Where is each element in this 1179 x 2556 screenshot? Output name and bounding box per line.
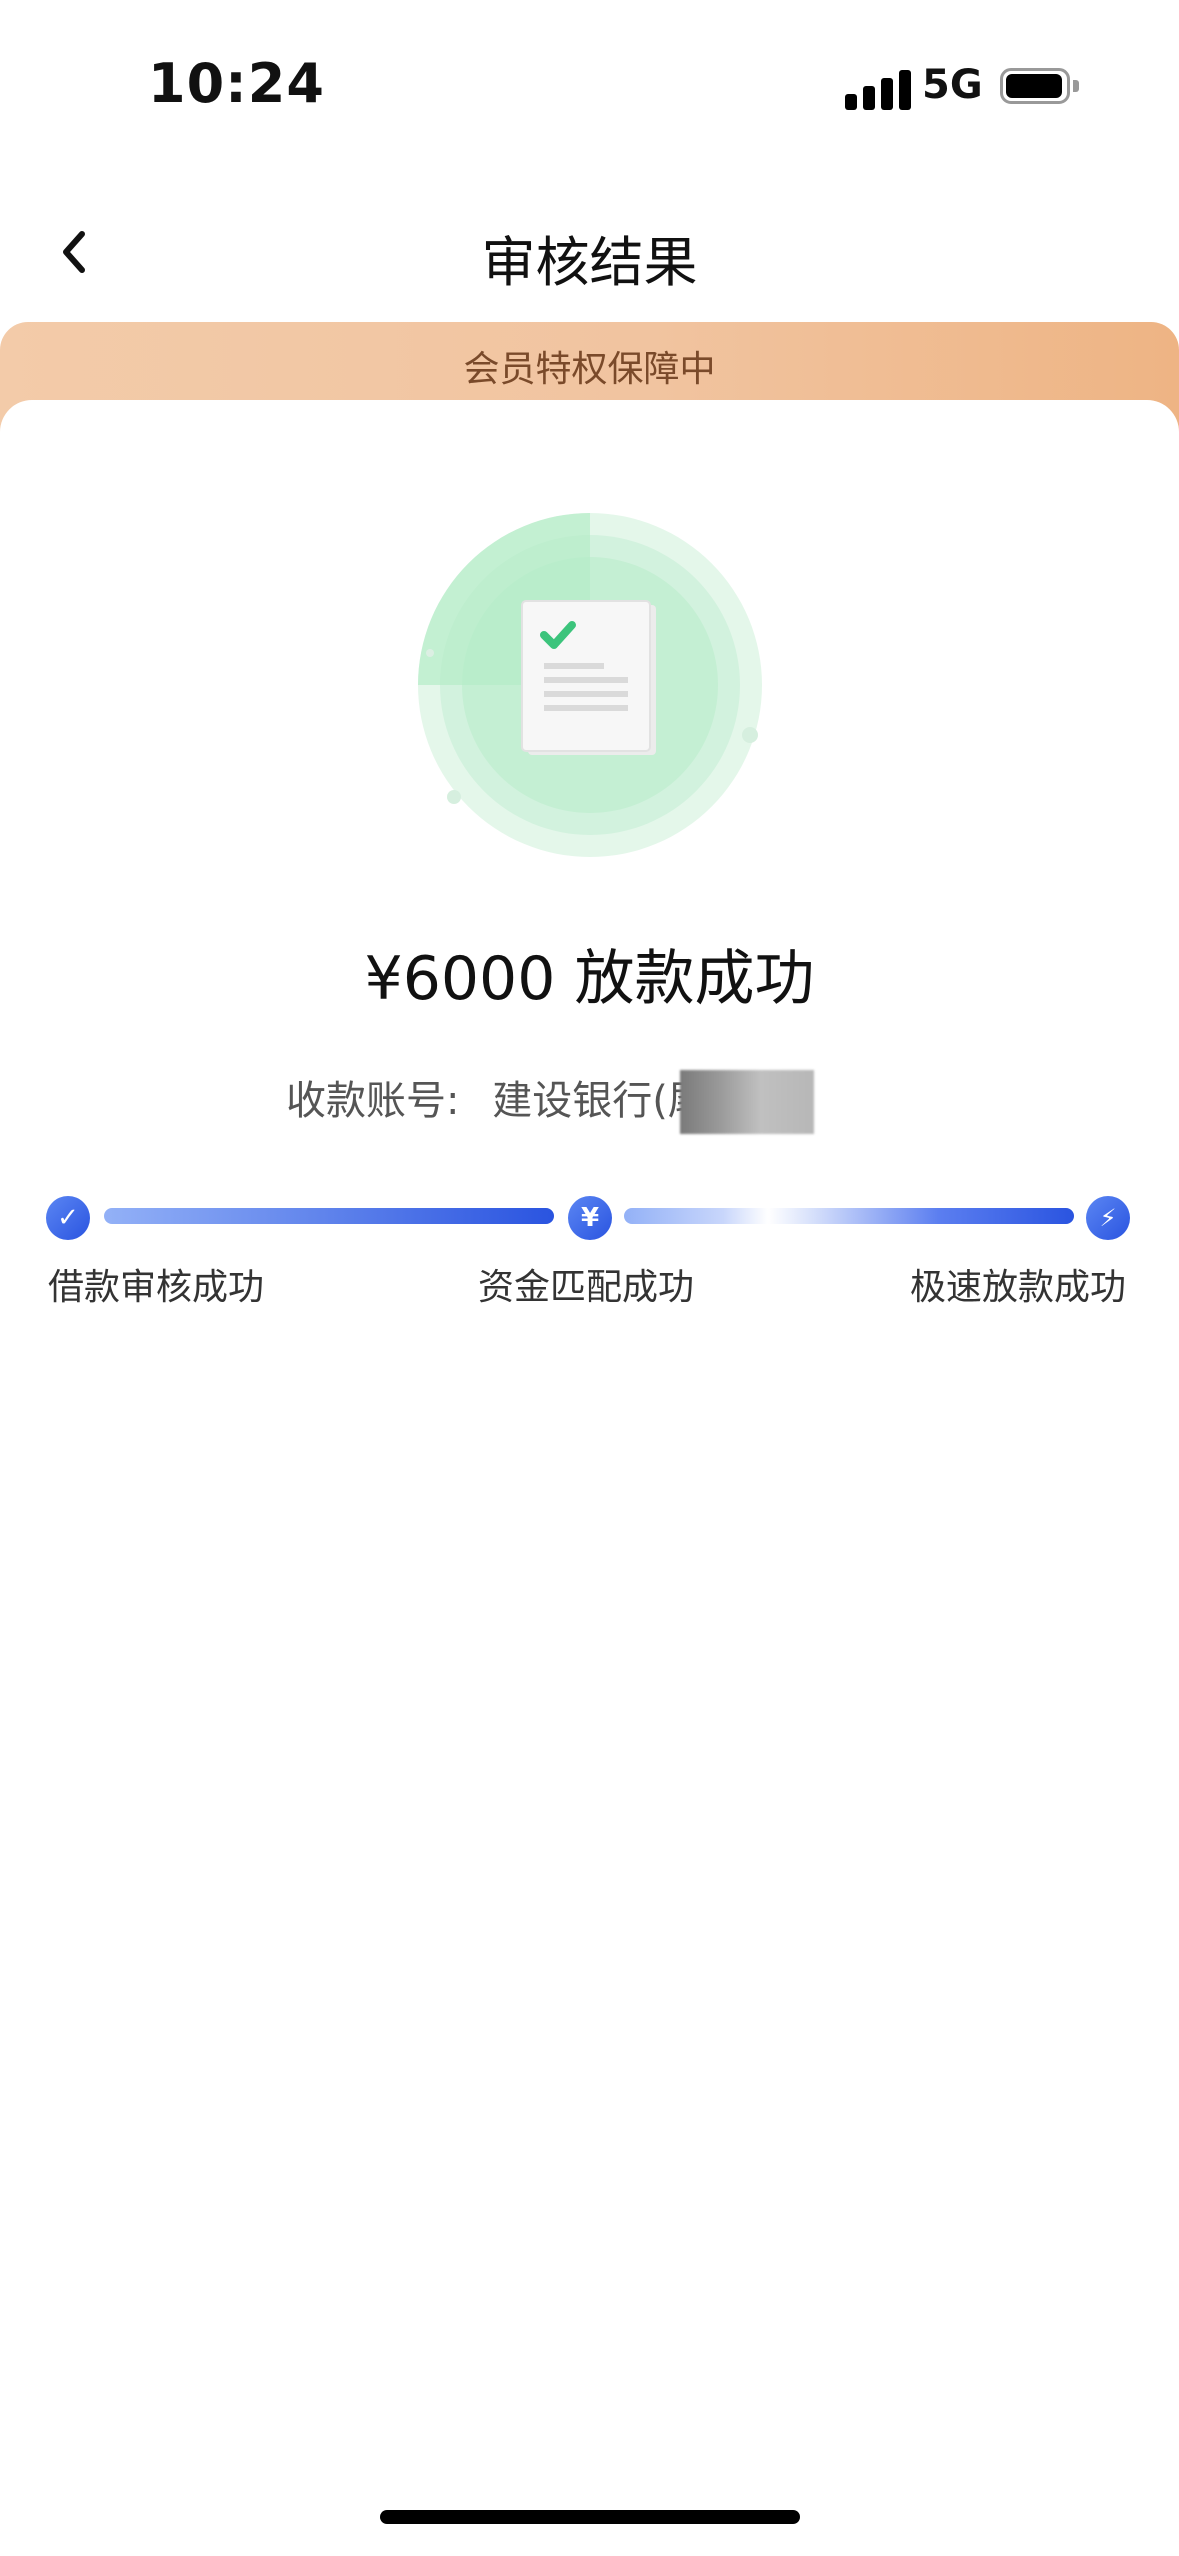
- progress-bar-2: [624, 1208, 1074, 1224]
- receiving-account: 收款账号: 建设银行(尾号: [286, 1068, 748, 1126]
- step-label-disbursement: 极速放款成功: [910, 1267, 1127, 1308]
- progress-bar-1: [104, 1208, 554, 1224]
- navigation-bar: 审核结果: [0, 190, 1179, 310]
- approved-document-illustration: [418, 513, 762, 857]
- status-time: 10:24: [148, 52, 325, 115]
- step-label-funding: 资金匹配成功: [478, 1267, 695, 1308]
- loan-amount-status: ¥6000 放款成功: [364, 944, 815, 1014]
- account-label: 收款账号:: [286, 1078, 460, 1124]
- network-type: 5G: [922, 62, 983, 108]
- battery-icon: [1000, 68, 1079, 106]
- cellular-signal-icon: [845, 66, 927, 110]
- masked-account-number: [680, 1070, 814, 1134]
- lightning-icon: ⚡: [1086, 1196, 1130, 1240]
- status-bar: 10:24 5G: [0, 0, 1179, 150]
- banner-text: 会员特权保障中: [463, 349, 716, 390]
- home-indicator[interactable]: [380, 2510, 800, 2524]
- check-icon: ✓: [46, 1196, 90, 1240]
- page-title: 审核结果: [481, 231, 698, 294]
- yuan-icon: ¥: [568, 1196, 612, 1240]
- step-label-review: 借款审核成功: [48, 1267, 265, 1308]
